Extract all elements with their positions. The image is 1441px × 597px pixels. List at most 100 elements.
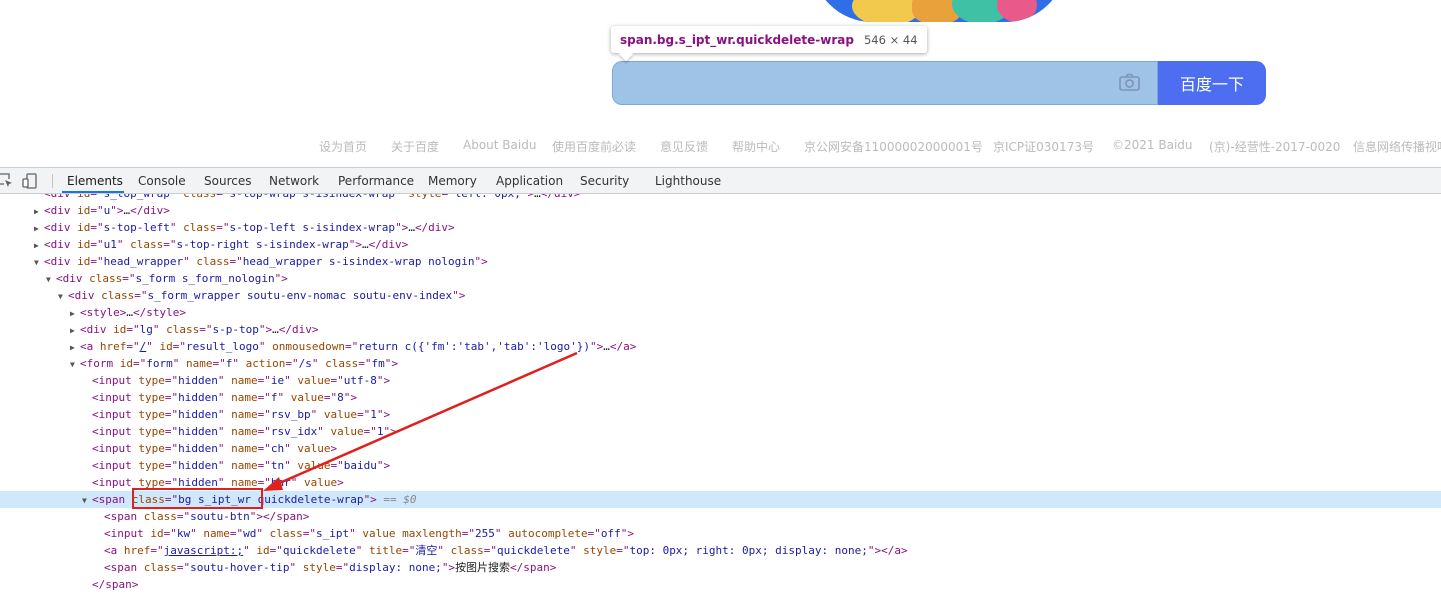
dom-token: class <box>269 527 303 540</box>
expand-triangle-icon[interactable]: ▼ <box>58 288 68 305</box>
dom-token: name <box>231 408 258 421</box>
dom-token: =" <box>216 194 229 200</box>
dom-token: =" <box>164 374 179 387</box>
dom-token: <input <box>92 391 139 404</box>
tab-elements[interactable]: Elements <box>67 174 123 188</box>
dom-token: s-top-left s-isindex-wrap <box>229 221 396 234</box>
dom-node[interactable]: <input id="kw" name="wd" class="s_ipt" v… <box>0 525 1441 542</box>
footer-link[interactable]: About Baidu <box>463 138 536 152</box>
tab-sources[interactable]: Sources <box>204 174 251 188</box>
dom-token: <span <box>104 510 144 523</box>
dom-token: =" <box>216 221 230 234</box>
dom-token: left: 0px; <box>455 194 521 200</box>
dom-node[interactable]: ▶ <div id="u1" class="s-top-right s-isind… <box>0 236 1441 253</box>
dom-token: </div> <box>541 194 581 200</box>
collapse-triangle-icon[interactable]: ▶ <box>34 203 44 220</box>
dom-token: value <box>323 408 357 421</box>
dom-token: id <box>150 527 164 540</box>
dom-token: " <box>284 442 298 455</box>
dom-node[interactable]: <input type="hidden" name="tn" value="ba… <box>0 457 1441 474</box>
dom-node[interactable]: ▶ <div id="s-top-left" class="s-top-left … <box>0 219 1441 236</box>
dom-node[interactable]: <span class="soutu-hover-tip" style="dis… <box>0 559 1441 576</box>
dom-node[interactable]: ▶ <style>…</style> <box>0 304 1441 321</box>
dom-node[interactable]: <span class="soutu-btn"></span> <box>0 508 1441 525</box>
dom-token: "> <box>383 425 397 438</box>
expand-triangle-icon[interactable]: ▼ <box>82 492 92 509</box>
tooltip-selector: span.bg.s_ipt_wr.quickdelete-wrap <box>620 32 854 47</box>
tab-lighthouse[interactable]: Lighthouse <box>655 174 721 188</box>
dom-token: " <box>355 544 369 557</box>
camera-icon[interactable] <box>1119 73 1140 91</box>
tab-memory[interactable]: Memory <box>428 174 477 188</box>
collapse-triangle-icon[interactable]: ▶ <box>70 305 80 322</box>
dom-token: " <box>116 238 131 251</box>
dom-node[interactable]: <input type="hidden" name="rsv_idx" valu… <box>0 423 1441 440</box>
search-button[interactable]: 百度一下 <box>1158 61 1266 105</box>
collapse-triangle-icon[interactable]: ▶ <box>34 237 44 254</box>
dom-node[interactable]: ▶ <div id="u">…</div> <box>0 202 1441 219</box>
dom-token: =" <box>126 340 140 353</box>
footer-link[interactable]: (京)-经营性-2017-0020 <box>1209 138 1340 155</box>
collapse-triangle-icon[interactable]: ▶ <box>70 339 80 356</box>
dom-node[interactable]: ▶ <a href="/" id="result_logo" onmousedow… <box>0 338 1441 355</box>
dom-token: "> <box>249 510 263 523</box>
dom-token: =" <box>90 194 103 200</box>
dom-node[interactable]: <a href="javascript:;" id="quickdelete" … <box>0 542 1441 559</box>
dom-node[interactable]: <input type="hidden" name="f" value="8"> <box>0 389 1441 406</box>
dom-node[interactable]: <div id="s_top_wrap" class="s-top-wrap s… <box>0 194 1441 202</box>
tab-console[interactable]: Console <box>138 174 186 188</box>
dom-token: ch <box>270 442 285 455</box>
dom-token: =" <box>257 442 271 455</box>
tab-performance[interactable]: Performance <box>338 174 414 188</box>
collapse-triangle-icon[interactable]: ▶ <box>70 322 80 339</box>
dom-node[interactable]: ▶ <div id="lg" class="s-p-top">…</div> <box>0 321 1441 338</box>
dom-tree[interactable]: <div id="s_top_wrap" class="s-top-wrap s… <box>0 194 1441 597</box>
dom-token: =" <box>163 527 177 540</box>
dom-token: </span> <box>92 578 139 591</box>
footer-link[interactable]: 帮助中心 <box>732 138 780 155</box>
dom-node[interactable]: ▼ <div class="s_form s_form_nologin"> <box>0 270 1441 287</box>
dom-token: <div <box>44 204 78 217</box>
dom-token: </style> <box>132 306 186 319</box>
footer-link[interactable]: 意见反馈 <box>660 138 708 155</box>
dom-token: =" <box>356 408 371 421</box>
search-input-highlight[interactable] <box>612 61 1158 105</box>
dom-token: id <box>77 255 91 268</box>
footer-link[interactable]: 设为首页 <box>319 138 367 155</box>
dom-token: hidden <box>178 374 218 387</box>
dom-node[interactable]: <input type="hidden" name="ie" value="ut… <box>0 372 1441 389</box>
footer-link[interactable]: 京公网安备11000002000001号 <box>804 138 983 155</box>
dom-token[interactable]: javascript:; <box>164 544 243 557</box>
dom-token: lg <box>139 323 153 336</box>
footer-link[interactable]: 信息网络传播视听 <box>1353 138 1441 155</box>
dom-node[interactable]: ▼ <div id="head_wrapper" class="head_wrap… <box>0 253 1441 270</box>
dom-token: "> <box>452 289 466 302</box>
dom-token: soutu-hover-tip <box>190 561 290 574</box>
doodle-logo[interactable] <box>812 0 1066 22</box>
expand-triangle-icon[interactable]: ▼ <box>46 271 56 288</box>
dom-token: <input <box>92 408 139 421</box>
dom-node[interactable]: <input type="hidden" name="rsv_bp" value… <box>0 406 1441 423</box>
dom-token: " <box>146 340 160 353</box>
dom-token: "> <box>376 374 391 387</box>
inspect-element-icon[interactable] <box>0 173 14 189</box>
expand-triangle-icon[interactable]: ▼ <box>34 254 44 271</box>
tab-network[interactable]: Network <box>269 174 319 188</box>
dom-token: class <box>166 323 200 336</box>
dom-node[interactable]: </span> <box>0 576 1441 593</box>
collapse-triangle-icon[interactable]: ▶ <box>34 220 44 237</box>
dom-token: " <box>258 340 273 353</box>
dom-node[interactable]: ▼ <form id="form" name="f" action="/s" cl… <box>0 355 1441 372</box>
footer-link[interactable]: 关于百度 <box>391 138 439 155</box>
expand-triangle-icon[interactable]: ▼ <box>70 356 80 373</box>
footer-link[interactable]: 京ICP证030173号 <box>993 138 1094 155</box>
tab-security[interactable]: Security <box>580 174 629 188</box>
dom-node[interactable]: <input type="hidden" name="ch" value> <box>0 440 1441 457</box>
dom-token: class <box>101 289 135 302</box>
dom-node[interactable]: ▼ <div class="s_form_wrapper soutu-env-no… <box>0 287 1441 304</box>
device-toolbar-icon[interactable] <box>22 173 38 189</box>
dom-token: " <box>277 391 291 404</box>
footer-link[interactable]: 使用百度前必读 <box>552 138 636 155</box>
dom-token: u1 <box>103 238 117 251</box>
tab-application[interactable]: Application <box>496 174 563 188</box>
